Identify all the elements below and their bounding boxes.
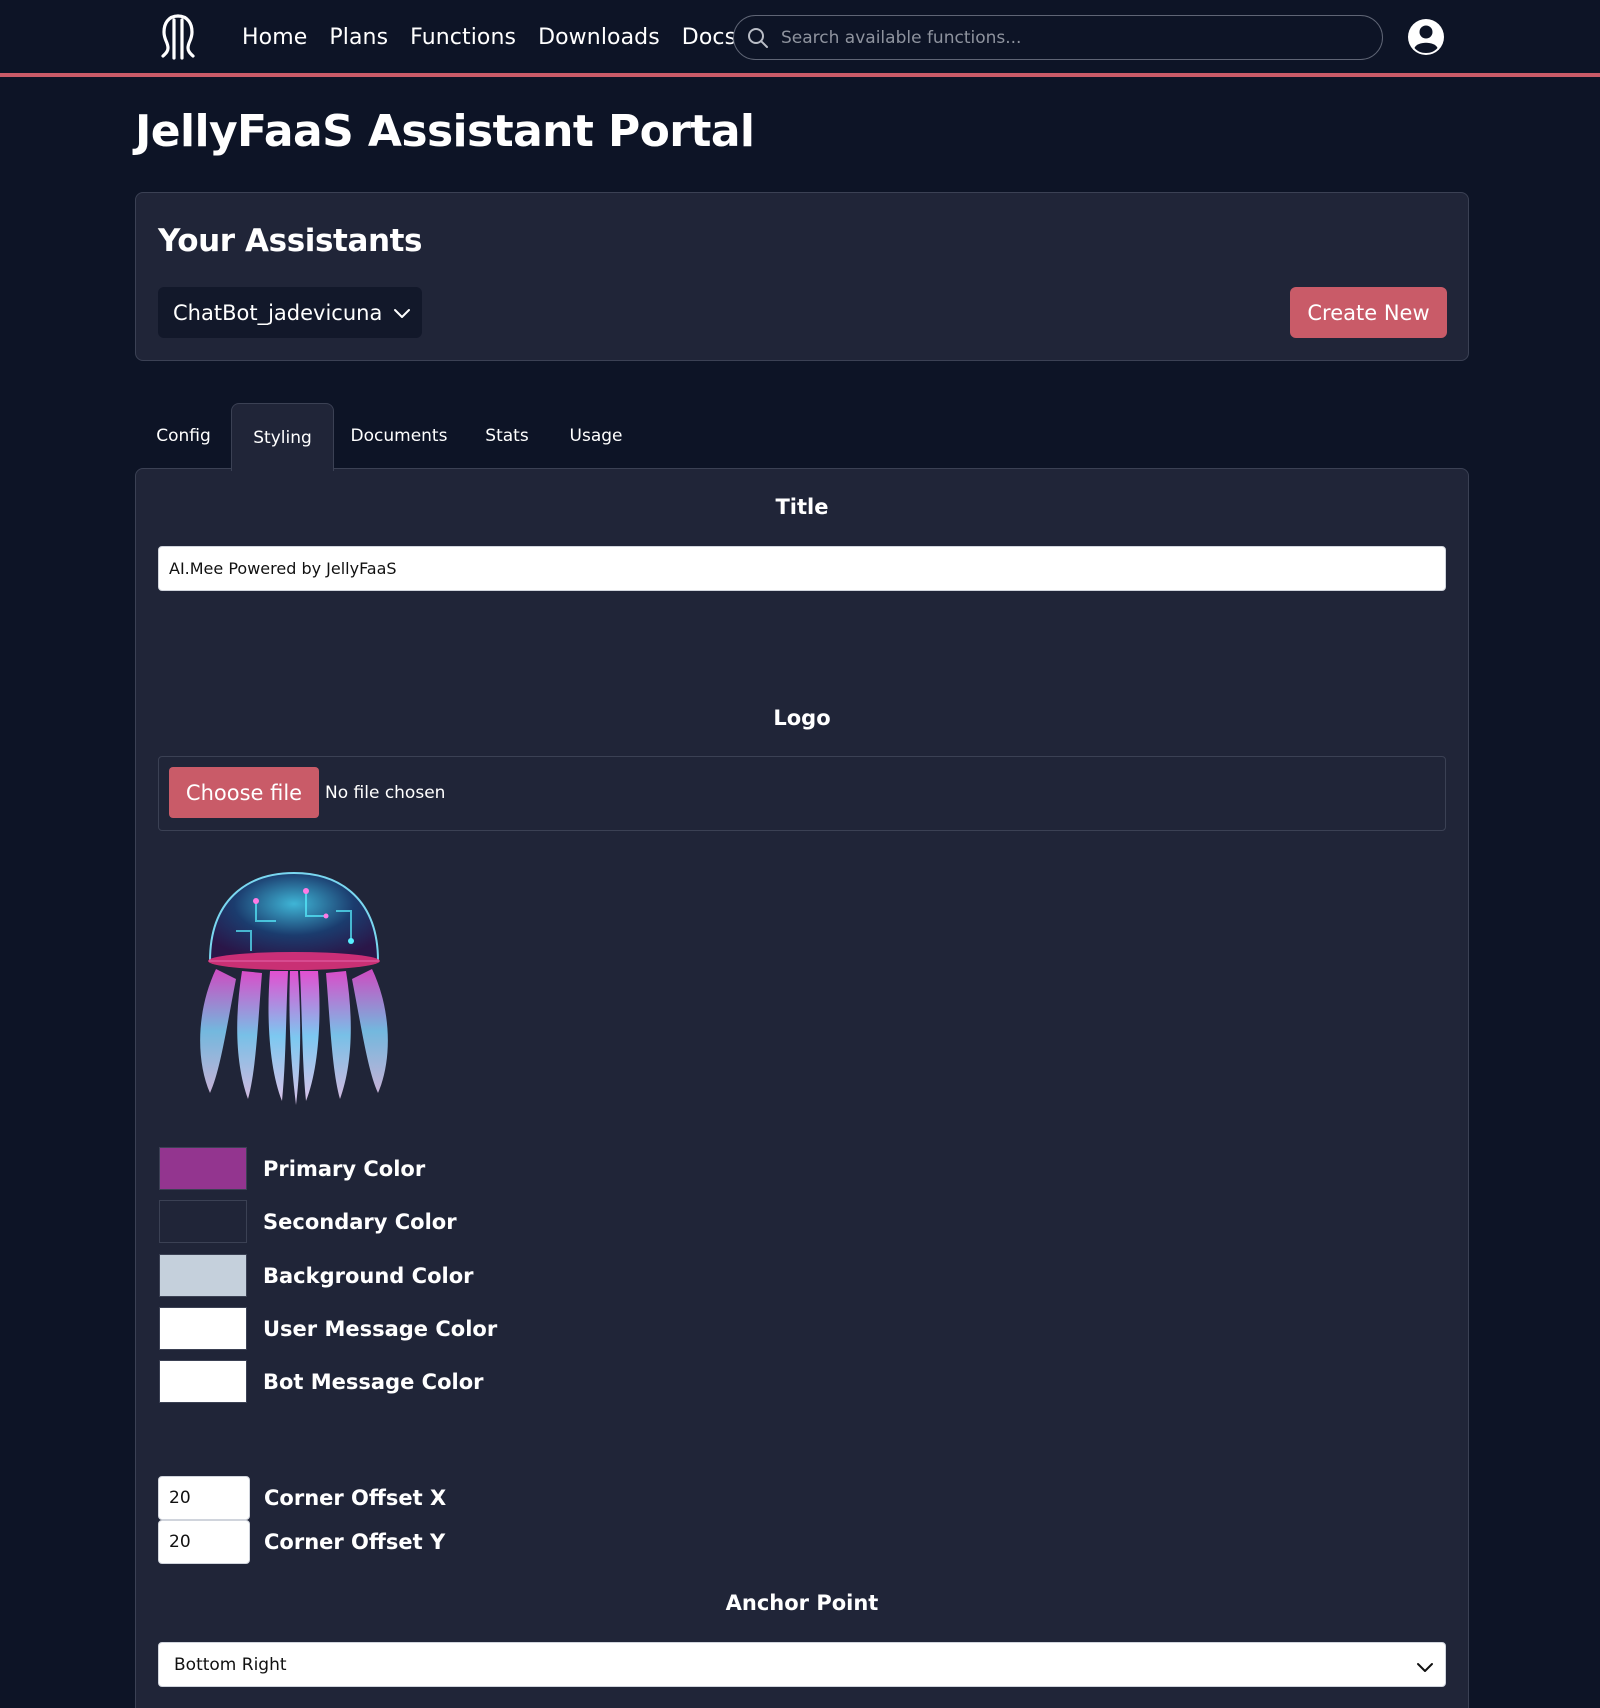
- tab-documents[interactable]: Documents: [334, 403, 464, 469]
- chevron-down-icon: [1417, 1663, 1433, 1672]
- corner-offset-y-label: Corner Offset Y: [264, 1530, 446, 1554]
- jellyfish-logo-icon[interactable]: [158, 14, 198, 60]
- background-color-label: Background Color: [263, 1263, 474, 1288]
- tab-styling[interactable]: Styling: [231, 403, 334, 471]
- nav-link-plans[interactable]: Plans: [329, 25, 388, 50]
- styling-panel: Title Logo Choose file No file chosen: [135, 468, 1469, 1708]
- user-avatar-icon[interactable]: [1407, 18, 1445, 56]
- secondary-color-swatch[interactable]: [159, 1200, 247, 1243]
- user-message-color-label: User Message Color: [263, 1316, 498, 1341]
- jellyfish-logo-preview: [200, 871, 388, 1105]
- background-color-swatch[interactable]: [159, 1254, 247, 1297]
- main-nav: Home Plans Functions Downloads Docs: [242, 0, 758, 74]
- bot-message-color-label: Bot Message Color: [263, 1369, 484, 1394]
- nav-link-home[interactable]: Home: [242, 25, 307, 50]
- user-message-color-swatch[interactable]: [159, 1307, 247, 1350]
- assistants-heading: Your Assistants: [158, 223, 423, 259]
- assistants-card: Your Assistants ChatBot_jadevicuna Creat…: [135, 192, 1469, 361]
- primary-color-swatch[interactable]: [159, 1147, 247, 1190]
- corner-offset-y-row: Corner Offset Y: [158, 1520, 445, 1564]
- nav-link-functions[interactable]: Functions: [410, 25, 516, 50]
- title-label: Title: [775, 495, 829, 519]
- color-row-primary: Primary Color: [159, 1147, 425, 1190]
- color-row-secondary: Secondary Color: [159, 1200, 457, 1243]
- logo-label: Logo: [773, 706, 831, 730]
- file-status: No file chosen: [325, 783, 446, 803]
- page-title: JellyFaaS Assistant Portal: [135, 106, 755, 157]
- anchor-point-value: Bottom Right: [174, 1654, 287, 1675]
- color-row-bot-message: Bot Message Color: [159, 1360, 484, 1403]
- logo-file-picker: Choose file No file chosen: [158, 756, 1446, 831]
- top-navbar: Home Plans Functions Downloads Docs: [0, 0, 1600, 77]
- color-row-user-message: User Message Color: [159, 1307, 497, 1350]
- corner-offset-x-label: Corner Offset X: [264, 1486, 447, 1510]
- tab-usage[interactable]: Usage: [550, 403, 642, 469]
- nav-link-downloads[interactable]: Downloads: [538, 25, 660, 50]
- assistant-select-value: ChatBot_jadevicuna: [173, 300, 383, 325]
- anchor-point-select[interactable]: Bottom Right: [158, 1642, 1446, 1687]
- search-bar: [733, 15, 1383, 60]
- chevron-down-icon: [394, 309, 410, 318]
- assistant-select[interactable]: ChatBot_jadevicuna: [158, 287, 422, 338]
- secondary-color-label: Secondary Color: [263, 1209, 457, 1234]
- anchor-point-label: Anchor Point: [725, 1591, 879, 1615]
- tab-stats[interactable]: Stats: [464, 403, 550, 469]
- search-input[interactable]: [781, 27, 1361, 48]
- primary-color-label: Primary Color: [263, 1156, 426, 1181]
- corner-offset-x-row: Corner Offset X: [158, 1476, 446, 1520]
- color-row-background: Background Color: [159, 1254, 473, 1297]
- corner-offset-y-input[interactable]: [158, 1520, 250, 1564]
- nav-link-docs[interactable]: Docs: [682, 25, 736, 50]
- tab-config[interactable]: Config: [135, 403, 232, 469]
- title-input[interactable]: [158, 546, 1446, 591]
- create-new-button[interactable]: Create New: [1290, 287, 1447, 338]
- corner-offset-x-input[interactable]: [158, 1476, 250, 1520]
- search-icon: [748, 27, 768, 48]
- choose-file-button[interactable]: Choose file: [169, 767, 319, 818]
- bot-message-color-swatch[interactable]: [159, 1360, 247, 1403]
